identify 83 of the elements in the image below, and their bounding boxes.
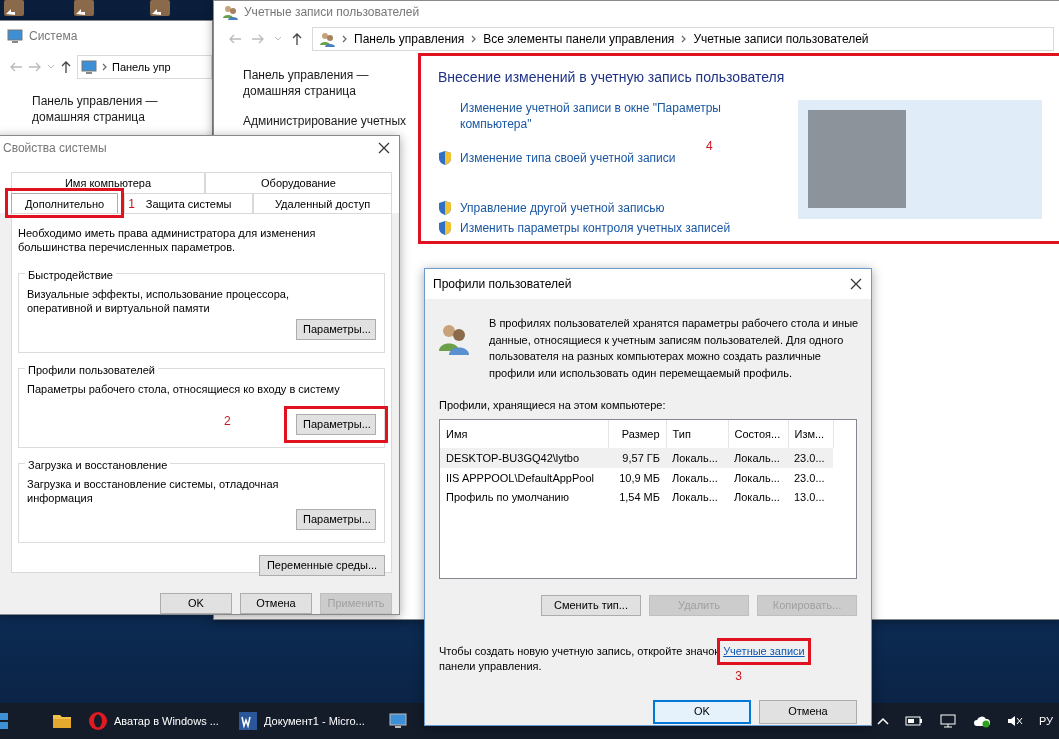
table-cell-text: 1,54 МБ xyxy=(618,490,661,505)
accounts-link[interactable]: Учетные записи xyxy=(723,643,805,659)
battery-icon[interactable] xyxy=(904,714,923,728)
dialog-button[interactable]: OK xyxy=(160,593,232,614)
settings-button[interactable]: Параметры... xyxy=(296,414,376,435)
speaker-muted-icon[interactable] xyxy=(1006,714,1023,728)
table-cell: DESKTOP-BU3GQ42\lytbo xyxy=(440,448,608,468)
shortcut-icon xyxy=(74,0,94,16)
chevron-icon xyxy=(470,34,478,44)
group-text: Загрузка и восстановление системы, отладочная информация xyxy=(27,477,280,505)
shortcut-icon xyxy=(150,0,170,16)
table-cell: 9,57 ГБ xyxy=(608,448,666,468)
breadcrumb-item[interactable]: Все элементы панели управления xyxy=(483,30,675,48)
dialog-button[interactable]: Отмена xyxy=(759,699,857,724)
table-cell: Локаль... xyxy=(666,448,728,468)
list-label: Профили, хранящиеся на этом компьютере: xyxy=(438,398,667,413)
table-cell: 10,9 МБ xyxy=(608,467,666,487)
settings-button[interactable]: Параметры... xyxy=(296,319,376,340)
settings-button[interactable]: Параметры... xyxy=(296,509,376,530)
group-text: Параметры рабочего стола, относящиеся ко входу в систему xyxy=(27,382,340,397)
sidebar-link[interactable]: Администрирование учетных xyxy=(243,113,407,129)
tab[interactable]: Удаленный доступ xyxy=(253,192,392,213)
close-icon[interactable] xyxy=(377,141,391,155)
taskbar-label[interactable]: Аватар в Windows ... xyxy=(114,712,219,730)
address-bar[interactable]: Панель управления Все элементы панели управления Учетные записи пользователей xyxy=(312,27,1054,51)
taskbar-label[interactable]: Документ1 - Micro... xyxy=(264,712,365,730)
up-arrow-icon[interactable] xyxy=(291,32,303,46)
close-icon[interactable] xyxy=(849,277,863,291)
section-heading: Внесение изменений в учетную запись пользователя xyxy=(438,68,785,87)
chevron-icon xyxy=(680,34,688,44)
intro-text: В профилях пользователей хранятся параметры рабочего стола и иные данные, относящиеся к учетным записям пользователей. Для одного пользователя на разных компьютерах можно создать различные профили или использовать один перемещаемый профиль. xyxy=(489,316,859,381)
dialog-button[interactable]: Отмена xyxy=(240,593,312,614)
window-title: Система xyxy=(29,28,78,45)
users-icon xyxy=(319,31,335,47)
table-cell: 23.0... xyxy=(788,467,833,487)
language-indicator[interactable]: РУ xyxy=(1038,712,1053,730)
chevron-icon xyxy=(341,34,348,44)
table-cell-text: Локаль... xyxy=(733,490,781,505)
monitor-icon xyxy=(7,28,23,44)
monitor-icon xyxy=(81,59,97,75)
environment-variables-button[interactable]: Переменные среды... xyxy=(259,555,385,576)
table-cell: 23.0... xyxy=(788,448,833,468)
sidebar-link[interactable]: Панель управления — домашняя страница xyxy=(32,93,172,125)
tab[interactable]: Дополнительно xyxy=(11,192,119,213)
breadcrumb-item[interactable]: Учетные записи пользователей xyxy=(693,30,869,48)
address-bar[interactable]: Панель упр xyxy=(77,55,212,79)
footer-text: панели управления. xyxy=(439,658,543,674)
table-cell-text: Профиль по умолчанию xyxy=(445,490,570,505)
annotation-number: 1 xyxy=(128,195,135,213)
breadcrumb-item[interactable]: Панель управления xyxy=(354,30,465,48)
sidebar-link[interactable]: Панель управления — домашняя страница xyxy=(243,67,383,99)
task-link[interactable]: Изменение учетной записи в окне "Параметры компьютера" xyxy=(460,100,740,132)
group-title: Профили пользователей xyxy=(25,362,158,379)
shortcut-icon xyxy=(4,0,24,16)
table-cell: IIS APPPOOL\DefaultAppPool xyxy=(440,467,608,487)
chevron-icon xyxy=(101,62,108,72)
browser-icon[interactable] xyxy=(88,711,108,731)
document-app-icon[interactable] xyxy=(238,711,258,731)
table-cell: Локаль... xyxy=(728,467,788,487)
monitor-icon[interactable] xyxy=(388,711,408,731)
table-cell: Локаль... xyxy=(728,448,788,468)
dialog-button[interactable]: OK xyxy=(653,699,751,724)
action-button[interactable]: Сменить тип... xyxy=(541,594,641,616)
chevron-up-icon[interactable] xyxy=(876,715,889,727)
group-text: Визуальные эффекты, использование процессора, оперативной и виртуальной памяти xyxy=(27,287,290,315)
table-cell-text: Локаль... xyxy=(671,490,719,505)
info-text: Необходимо иметь права администратора для изменения большинства перечисленных параметров. xyxy=(18,226,317,254)
window-title: Профили пользователей xyxy=(433,276,572,293)
annotation-number: 3 xyxy=(735,667,742,685)
users-icon xyxy=(222,4,238,20)
table-cell: Локаль... xyxy=(666,467,728,487)
windows-logo-icon[interactable] xyxy=(0,711,8,731)
task-link[interactable]: Управление другой учетной записью xyxy=(460,200,740,216)
tab[interactable]: Оборудование xyxy=(204,172,392,193)
cloud-icon[interactable] xyxy=(972,714,991,728)
window-title: Учетные записи пользователей xyxy=(244,4,420,21)
task-link[interactable]: Изменить параметры контроля учетных записей xyxy=(460,220,740,236)
breadcrumb-item[interactable]: Панель упр xyxy=(112,58,171,76)
table-cell-text: 13.0... xyxy=(793,490,826,505)
window-title: Свойства системы xyxy=(3,140,107,157)
annotation-number: 2 xyxy=(224,413,231,430)
up-arrow-icon[interactable] xyxy=(60,60,72,74)
network-icon[interactable] xyxy=(938,714,957,728)
